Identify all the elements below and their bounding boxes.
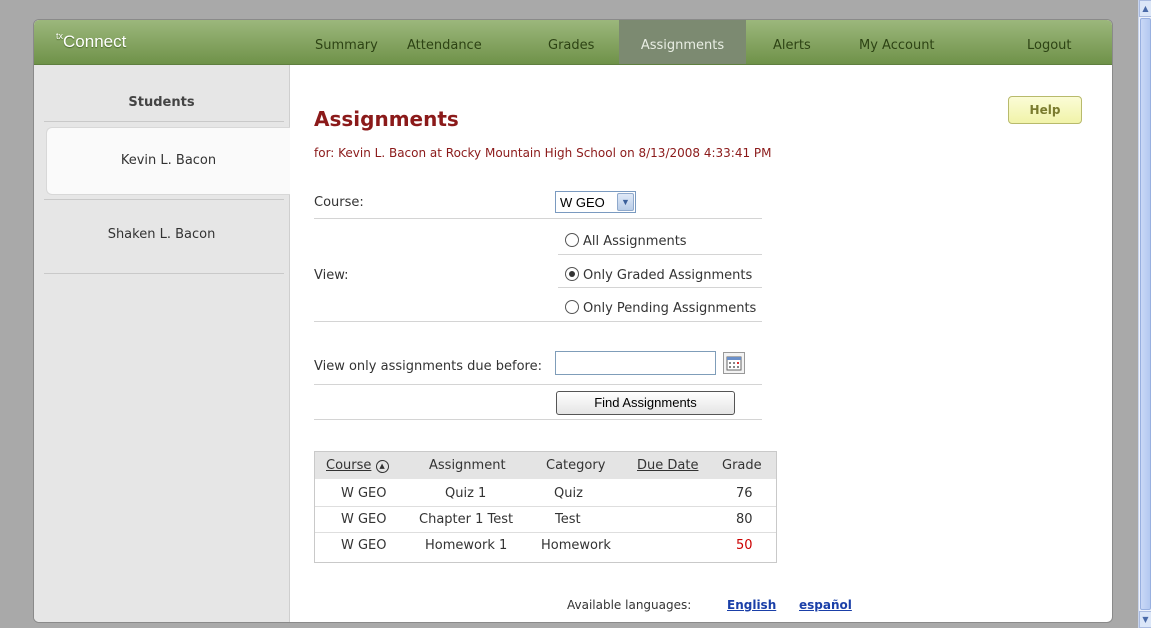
divider (558, 254, 762, 255)
assignments-table: Course ▲ Assignment Category Due Date Gr… (314, 451, 777, 563)
row-divider (315, 532, 776, 533)
table-cell-course: W GEO (341, 486, 387, 501)
column-header-assignment: Assignment (429, 458, 506, 473)
scroll-up-icon[interactable]: ▲ (1139, 0, 1151, 17)
calendar-icon[interactable] (723, 352, 745, 374)
divider (314, 419, 762, 420)
divider (314, 321, 762, 322)
student-item-selected[interactable]: Kevin L. Bacon (46, 127, 290, 195)
page-subtitle: for: Kevin L. Bacon at Rocky Mountain Hi… (314, 146, 772, 160)
divider (314, 218, 762, 219)
radio-icon[interactable] (565, 300, 579, 314)
student-item[interactable]: Shaken L. Bacon (34, 227, 289, 242)
table-cell-category: Test (555, 512, 581, 527)
table-cell-grade: 80 (736, 512, 753, 527)
nav-my-account[interactable]: My Account (859, 20, 935, 64)
nav-logout[interactable]: Logout (1027, 20, 1072, 64)
column-header-category: Category (546, 458, 606, 473)
divider (44, 121, 284, 122)
help-button[interactable]: Help (1008, 96, 1082, 124)
nav-summary[interactable]: Summary (315, 20, 378, 64)
page-title: Assignments (314, 107, 459, 131)
students-heading: Students (128, 95, 195, 110)
sort-ascending-icon[interactable]: ▲ (375, 460, 389, 473)
divider (314, 384, 762, 385)
table-cell-category: Homework (541, 538, 611, 553)
table-cell-course: W GEO (341, 538, 387, 553)
table-cell-assignment: Chapter 1 Test (419, 512, 514, 527)
language-link-espanol[interactable]: español (799, 598, 852, 612)
app-window: txConnect Summary Attendance Grades Assi… (33, 19, 1113, 623)
txconnect-logo[interactable]: txConnect (56, 31, 126, 52)
calendar-glyph (726, 356, 742, 371)
nav-assignments[interactable]: Assignments (619, 20, 746, 64)
student-sidebar: Students Kevin L. Bacon Shaken L. Bacon (34, 65, 290, 622)
due-before-label: View only assignments due before: (314, 359, 542, 374)
table-cell-course: W GEO (341, 512, 387, 527)
course-label: Course: (314, 195, 364, 210)
column-header-due-date[interactable]: Due Date (637, 458, 698, 473)
table-header-row: Course ▲ Assignment Category Due Date Gr… (315, 452, 776, 479)
view-option-all[interactable]: All Assignments (565, 233, 687, 249)
nav-alerts[interactable]: Alerts (773, 20, 811, 64)
course-select[interactable]: W GEO ▼ (555, 191, 636, 213)
radio-selected-icon[interactable] (565, 267, 579, 281)
view-label: View: (314, 268, 349, 283)
due-before-input[interactable] (555, 351, 716, 375)
vertical-scrollbar[interactable]: ▲ ▼ (1138, 0, 1151, 628)
divider (44, 273, 284, 274)
language-link-english[interactable]: English (727, 598, 776, 612)
table-cell-category: Quiz (554, 486, 583, 501)
find-assignments-button[interactable]: Find Assignments (556, 391, 735, 415)
nav-attendance[interactable]: Attendance (407, 20, 482, 64)
languages-label: Available languages: (567, 598, 692, 612)
main-content: Assignments for: Kevin L. Bacon at Rocky… (290, 65, 1112, 622)
chevron-down-icon[interactable]: ▼ (617, 193, 634, 211)
column-header-course[interactable]: Course ▲ (326, 458, 389, 473)
scroll-down-icon[interactable]: ▼ (1139, 611, 1151, 628)
table-cell-assignment: Homework 1 (425, 538, 508, 553)
divider (44, 199, 284, 200)
course-select-value: W GEO (560, 195, 605, 210)
view-option-pending[interactable]: Only Pending Assignments (565, 300, 756, 316)
radio-icon[interactable] (565, 233, 579, 247)
table-cell-grade: 76 (736, 486, 753, 501)
table-cell-assignment: Quiz 1 (445, 486, 487, 501)
row-divider (315, 506, 776, 507)
top-nav-bar: txConnect Summary Attendance Grades Assi… (34, 20, 1112, 65)
view-option-graded[interactable]: Only Graded Assignments (565, 267, 752, 283)
column-header-grade: Grade (722, 458, 762, 473)
nav-grades[interactable]: Grades (548, 20, 594, 64)
scroll-thumb[interactable] (1140, 18, 1151, 610)
divider (558, 287, 762, 288)
table-cell-grade-failing: 50 (736, 538, 753, 553)
